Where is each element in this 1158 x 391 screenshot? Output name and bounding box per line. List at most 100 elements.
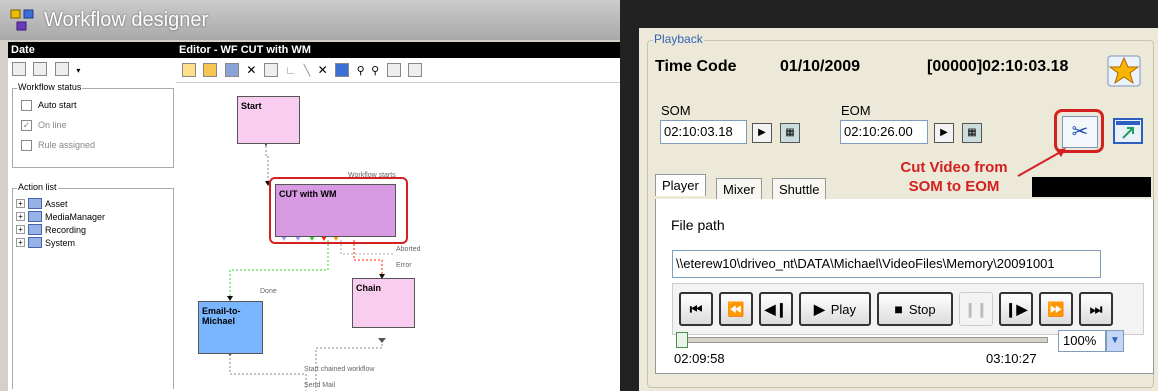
checkbox-icon[interactable] bbox=[21, 99, 32, 111]
tab-mixer[interactable]: Mixer bbox=[716, 178, 762, 200]
action-list-group: Action list + Asset + MediaManager + Record… bbox=[12, 182, 174, 389]
slider-end-time: 03:10:27 bbox=[986, 351, 1037, 366]
som-label: SOM bbox=[661, 103, 691, 118]
player-tab-panel: File path \\eterew10\driveo_nt\DATA\Mich… bbox=[655, 199, 1154, 374]
position-slider-thumb[interactable] bbox=[676, 332, 688, 348]
line-icon[interactable]: ╲ bbox=[304, 65, 311, 77]
connector-icon[interactable]: ∟ bbox=[285, 65, 296, 77]
checkbox-icon bbox=[21, 139, 32, 151]
edit-icon[interactable] bbox=[33, 61, 48, 76]
node-chain[interactable]: Chain bbox=[352, 278, 415, 328]
node-email-to-michael[interactable]: Email-to- Michael bbox=[198, 301, 263, 354]
workflow-status-group: Workflow status Auto start ✓ On line Rul… bbox=[12, 82, 174, 168]
expand-icon[interactable]: + bbox=[16, 238, 25, 247]
transport-bar: ⏮ ⏪ ◀❙ ▶ Play ■ Stop ❙❙ ❙▶ ⏩ ⏭ bbox=[672, 283, 1144, 335]
expand-icon[interactable]: + bbox=[16, 212, 25, 221]
node-start[interactable]: Start bbox=[237, 96, 300, 144]
go-end-button[interactable]: ⏭ bbox=[1079, 292, 1113, 326]
tab-strip: Player Mixer Shuttle bbox=[653, 174, 873, 200]
properties-icon[interactable] bbox=[12, 61, 26, 76]
folder-icon bbox=[28, 198, 42, 209]
checkmark-icon: ✓ bbox=[21, 119, 32, 131]
time-code-display: [00000]02:10:03.18 bbox=[927, 58, 1069, 75]
label-done: Done bbox=[260, 288, 277, 295]
time-code-label: Time Code bbox=[655, 58, 737, 75]
zoom-in-icon[interactable]: ⚲ bbox=[357, 65, 365, 77]
window-titlebar: Workflow designer bbox=[0, 0, 620, 40]
label-error: Error bbox=[396, 262, 412, 269]
expand-icon[interactable]: + bbox=[16, 199, 25, 208]
remove-link-icon[interactable]: ✕ bbox=[318, 63, 328, 77]
label-start-chained: Start chained workflow bbox=[304, 366, 375, 373]
copy-icon[interactable] bbox=[263, 62, 278, 77]
checkbox-on-line: ✓ On line bbox=[21, 119, 67, 131]
black-display-bar bbox=[1032, 177, 1151, 197]
annotation-text-2: SOM to EOM bbox=[908, 178, 1000, 195]
document-icon[interactable] bbox=[386, 62, 401, 77]
expand-icon[interactable]: + bbox=[16, 225, 25, 234]
new-icon[interactable] bbox=[182, 62, 196, 77]
app-logo-icon bbox=[10, 9, 34, 31]
delete-icon[interactable]: ✕ bbox=[246, 63, 256, 77]
workflow-editor: Editor - WF CUT with WM ✕ ∟ ╲ ✕ ⚲ ⚲ Star… bbox=[176, 42, 620, 391]
playback-panel: Playback Time Code 01/10/2009 [00000]02:… bbox=[639, 28, 1158, 391]
zoom-out-icon[interactable]: ⚲ bbox=[371, 65, 379, 77]
export-window-icon[interactable] bbox=[1113, 118, 1143, 144]
fast-forward-button[interactable]: ⏩ bbox=[1039, 292, 1073, 326]
checkbox-rule-assigned: Rule assigned bbox=[13, 135, 173, 155]
print-icon[interactable] bbox=[408, 62, 423, 77]
position-slider-track[interactable] bbox=[676, 337, 1048, 343]
folder-icon bbox=[28, 211, 42, 222]
label-send-mail: Send Mail bbox=[304, 382, 336, 389]
checkbox-auto-start[interactable]: Auto start bbox=[13, 95, 173, 115]
tree-item-asset[interactable]: + Asset bbox=[13, 197, 173, 210]
zoom-dropdown-icon[interactable]: ▼ bbox=[1106, 330, 1124, 352]
tree-item-recording[interactable]: + Recording bbox=[13, 223, 173, 236]
file-path-field[interactable]: \\eterew10\driveo_nt\DATA\Michael\VideoF… bbox=[672, 250, 1101, 278]
date-display: 01/10/2009 bbox=[780, 58, 861, 75]
tree-view-icon[interactable] bbox=[54, 61, 69, 76]
rewind-button[interactable]: ⏪ bbox=[719, 292, 753, 326]
pause-button: ❙❙ bbox=[959, 292, 993, 326]
folder-icon bbox=[28, 237, 42, 248]
som-play-icon[interactable]: ▶ bbox=[752, 123, 772, 143]
tab-shuttle[interactable]: Shuttle bbox=[772, 178, 827, 200]
folder-icon bbox=[28, 224, 42, 235]
annotation-text-1: Cut Video from bbox=[900, 159, 1008, 176]
som-set-icon[interactable]: ▦ bbox=[780, 123, 800, 143]
play-button[interactable]: ▶ Play bbox=[799, 292, 871, 326]
eom-label: EOM bbox=[841, 103, 871, 118]
step-back-button[interactable]: ◀❙ bbox=[759, 292, 793, 326]
panel-header-date: Date bbox=[8, 42, 176, 58]
window-title: Workflow designer bbox=[44, 9, 209, 31]
editor-header: Editor - WF CUT with WM bbox=[176, 42, 620, 58]
eom-play-icon[interactable]: ▶ bbox=[934, 123, 954, 143]
go-start-button[interactable]: ⏮ bbox=[679, 292, 713, 326]
label-aborted: Aborted bbox=[396, 246, 421, 253]
playback-legend: Playback bbox=[653, 32, 704, 46]
zoom-select[interactable]: 100% bbox=[1058, 330, 1106, 352]
group-label: Workflow status bbox=[17, 82, 83, 92]
tree-item-mediamanager[interactable]: + MediaManager bbox=[13, 210, 173, 223]
workflow-designer-window: Workflow designer Date ▾ Workflow status… bbox=[0, 0, 620, 391]
dropdown-arrow-icon[interactable]: ▾ bbox=[76, 66, 80, 75]
group-label: Action list bbox=[17, 182, 58, 192]
window-icon[interactable] bbox=[335, 62, 350, 77]
slider-start-time: 02:09:58 bbox=[674, 351, 725, 366]
open-icon[interactable] bbox=[203, 62, 218, 77]
workflow-canvas[interactable]: Start CUT with WM Email-to- Michael Chai… bbox=[176, 96, 620, 391]
editor-toolbar: ✕ ∟ ╲ ✕ ⚲ ⚲ bbox=[176, 58, 620, 83]
tab-player[interactable]: Player bbox=[655, 174, 706, 196]
label-workflow-starts: Workflow starts bbox=[348, 172, 396, 179]
tree-item-system[interactable]: + System bbox=[13, 236, 173, 249]
eom-field[interactable]: 02:10:26.00 bbox=[840, 120, 928, 144]
eom-set-icon[interactable]: ▦ bbox=[962, 123, 982, 143]
step-forward-button[interactable]: ❙▶ bbox=[999, 292, 1033, 326]
som-field[interactable]: 02:10:03.18 bbox=[660, 120, 747, 144]
save-icon[interactable] bbox=[224, 62, 239, 77]
star-icon[interactable] bbox=[1107, 55, 1141, 87]
file-path-label: File path bbox=[671, 217, 725, 233]
stop-button[interactable]: ■ Stop bbox=[877, 292, 953, 326]
highlight-box bbox=[269, 177, 408, 244]
panel-toolbar: ▾ bbox=[8, 58, 176, 78]
